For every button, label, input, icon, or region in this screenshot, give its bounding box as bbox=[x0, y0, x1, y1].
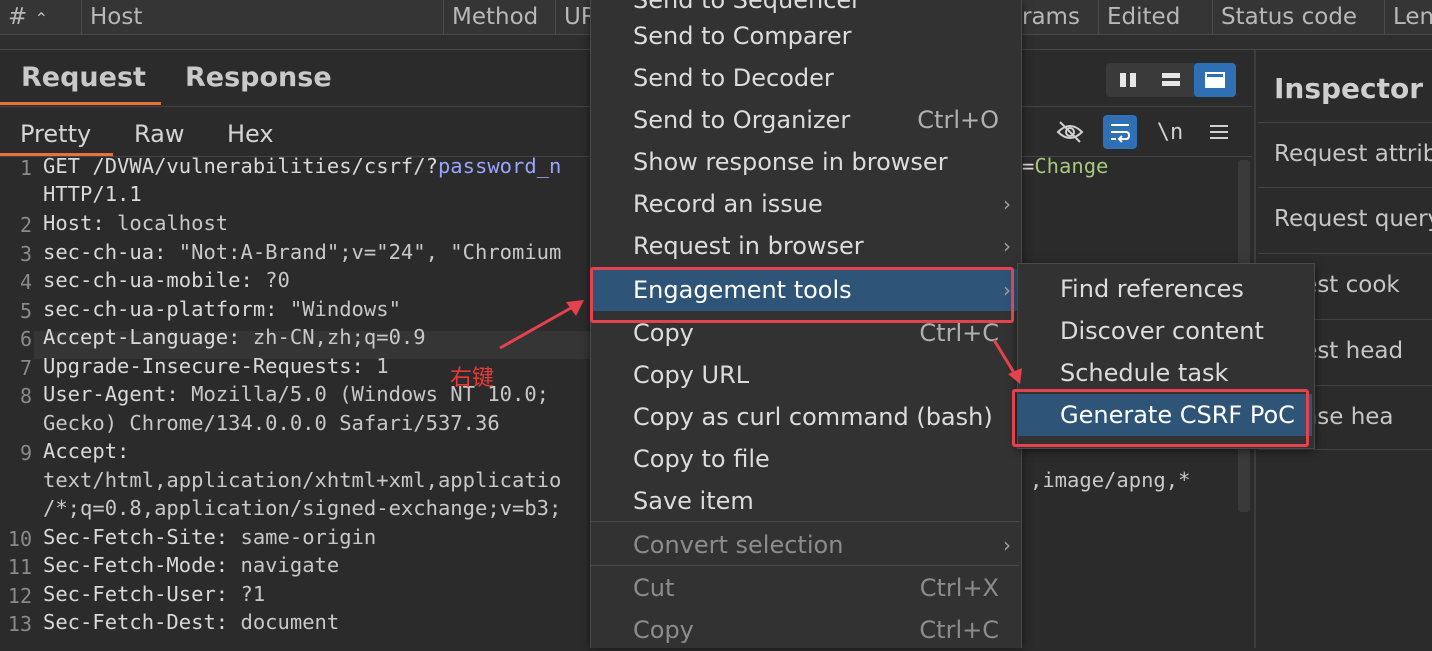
code-line: Accept-Language: zh-CN,zh;q=0.9 bbox=[43, 325, 426, 349]
menu-item-send-to-decoder[interactable]: Send to Decoder bbox=[591, 57, 1019, 99]
word-wrap-icon[interactable] bbox=[1103, 115, 1137, 149]
line-number: 6 bbox=[19, 327, 32, 351]
code-line: GET /DVWA/vulnerabilities/csrf/?password… bbox=[43, 154, 562, 178]
col-edited-header[interactable]: Edited bbox=[1098, 0, 1212, 34]
line-number: 4 bbox=[19, 270, 32, 294]
tab-request[interactable]: Request bbox=[21, 62, 146, 93]
menu-shortcut: Ctrl+X bbox=[919, 574, 999, 602]
code-line: sec-ch-ua-platform: "Windows" bbox=[43, 297, 401, 321]
inspector-title: Inspector bbox=[1274, 72, 1424, 105]
sort-ascending-icon: ⌃ bbox=[34, 9, 48, 28]
code-line: Accept: bbox=[43, 439, 130, 463]
annotation-highlight-box bbox=[1012, 389, 1309, 447]
chevron-right-icon: › bbox=[1003, 192, 1011, 216]
code-line: text/html,application/xhtml+xml,applicat… bbox=[43, 468, 562, 492]
submenu-item-discover-content[interactable]: Discover content bbox=[1018, 310, 1312, 352]
hide-icon[interactable] bbox=[1053, 115, 1087, 149]
code-line: sec-ch-ua: "Not:A-Brand";v="24", "Chromi… bbox=[43, 240, 562, 264]
line-number: 8 bbox=[19, 384, 32, 408]
line-number: 1 bbox=[19, 156, 32, 180]
code-line: /*;q=0.8,application/signed-exchange;v=b… bbox=[43, 496, 562, 520]
layout-toggle-group bbox=[1106, 63, 1236, 97]
annotation-highlight-box bbox=[590, 267, 1014, 323]
line-number: 3 bbox=[19, 242, 32, 266]
code-line: sec-ch-ua-mobile: ?0 bbox=[43, 268, 290, 292]
code-line: Sec-Fetch-Mode: navigate bbox=[43, 553, 340, 577]
chevron-right-icon: › bbox=[1003, 533, 1011, 557]
line-number: 11 bbox=[7, 555, 32, 579]
menu-item-record-an-issue[interactable]: Record an issue › bbox=[591, 183, 1019, 225]
submenu-item-schedule-task[interactable]: Schedule task bbox=[1018, 352, 1312, 394]
code-line: Host: localhost bbox=[43, 211, 229, 235]
code-line: Sec-Fetch-Site: same-origin bbox=[43, 525, 377, 549]
code-line: Upgrade-Insecure-Requests: 1 bbox=[43, 354, 389, 378]
annotation-label: 右键 bbox=[450, 366, 495, 391]
menu-item-cut: Cut Ctrl+X bbox=[591, 567, 1019, 609]
tab-hex[interactable]: Hex bbox=[227, 120, 274, 148]
col-url-header[interactable]: UR bbox=[555, 0, 591, 34]
line-number: 12 bbox=[7, 584, 32, 608]
annotation-arrow-icon bbox=[992, 339, 1022, 384]
menu-item-send-to-comparer[interactable]: Send to Comparer bbox=[591, 15, 1019, 57]
col-status-code-header[interactable]: Status code bbox=[1212, 0, 1384, 34]
code-line: HTTP/1.1 bbox=[43, 182, 142, 206]
col-method-header[interactable]: Method bbox=[443, 0, 555, 34]
menu-item-request-in-browser[interactable]: Request in browser › bbox=[591, 225, 1019, 267]
chevron-right-icon: › bbox=[1003, 234, 1011, 258]
menu-shortcut: Ctrl+C bbox=[919, 616, 999, 644]
line-number: 13 bbox=[7, 612, 32, 636]
single-pane-icon[interactable] bbox=[1194, 63, 1236, 97]
menu-item-send-to-organizer[interactable]: Send to Organizer Ctrl+O bbox=[591, 99, 1019, 141]
menu-item-copy: Copy Ctrl+C bbox=[591, 609, 1019, 651]
line-number: 9 bbox=[19, 441, 32, 465]
col-length-header[interactable]: Len bbox=[1384, 0, 1432, 34]
col-params-header[interactable]: rams bbox=[1020, 0, 1098, 34]
line-number: 10 bbox=[7, 527, 32, 551]
menu-item-convert-selection: Convert selection › bbox=[591, 524, 1019, 566]
menu-item-copy-as-curl-command-bash[interactable]: Copy as curl command (bash) bbox=[591, 396, 1019, 438]
line-number: 7 bbox=[19, 356, 32, 380]
inspector-request-attributes[interactable]: Request attrib bbox=[1258, 122, 1432, 187]
split-vertical-icon[interactable] bbox=[1107, 63, 1149, 97]
active-tab-indicator bbox=[0, 102, 161, 105]
line-number: 5 bbox=[19, 299, 32, 323]
inspector-request-query[interactable]: Request query bbox=[1258, 187, 1432, 252]
submenu-item-find-references[interactable]: Find references bbox=[1018, 268, 1312, 310]
annotation-arrow-icon bbox=[499, 300, 584, 350]
split-horizontal-icon[interactable] bbox=[1150, 63, 1192, 97]
code-line-tail: =Change bbox=[1022, 154, 1109, 178]
col-host-header[interactable]: Host bbox=[81, 0, 443, 34]
code-line: Sec-Fetch-Dest: document bbox=[43, 610, 340, 634]
menu-item-copy-url[interactable]: Copy URL bbox=[591, 354, 1019, 396]
menu-shortcut: Ctrl+O bbox=[917, 106, 999, 134]
tab-raw[interactable]: Raw bbox=[134, 120, 184, 148]
code-line-tail: ,image/apng,* bbox=[1030, 468, 1191, 492]
code-line: Sec-Fetch-User: ?1 bbox=[43, 582, 266, 606]
line-number: 2 bbox=[19, 213, 32, 237]
menu-item-show-response-in-browser[interactable]: Show response in browser bbox=[591, 141, 1019, 183]
code-line: Gecko) Chrome/134.0.0.0 Safari/537.36 bbox=[43, 411, 500, 435]
tab-response[interactable]: Response bbox=[185, 62, 332, 93]
menu-item-copy-to-file[interactable]: Copy to file bbox=[591, 438, 1019, 480]
menu-item-save-item[interactable]: Save item bbox=[591, 480, 1019, 522]
newline-icon[interactable]: \n bbox=[1153, 115, 1187, 149]
tab-pretty[interactable]: Pretty bbox=[20, 120, 91, 148]
menu-icon[interactable] bbox=[1202, 115, 1236, 149]
col-index-header[interactable]: # ⌃ bbox=[0, 0, 81, 34]
